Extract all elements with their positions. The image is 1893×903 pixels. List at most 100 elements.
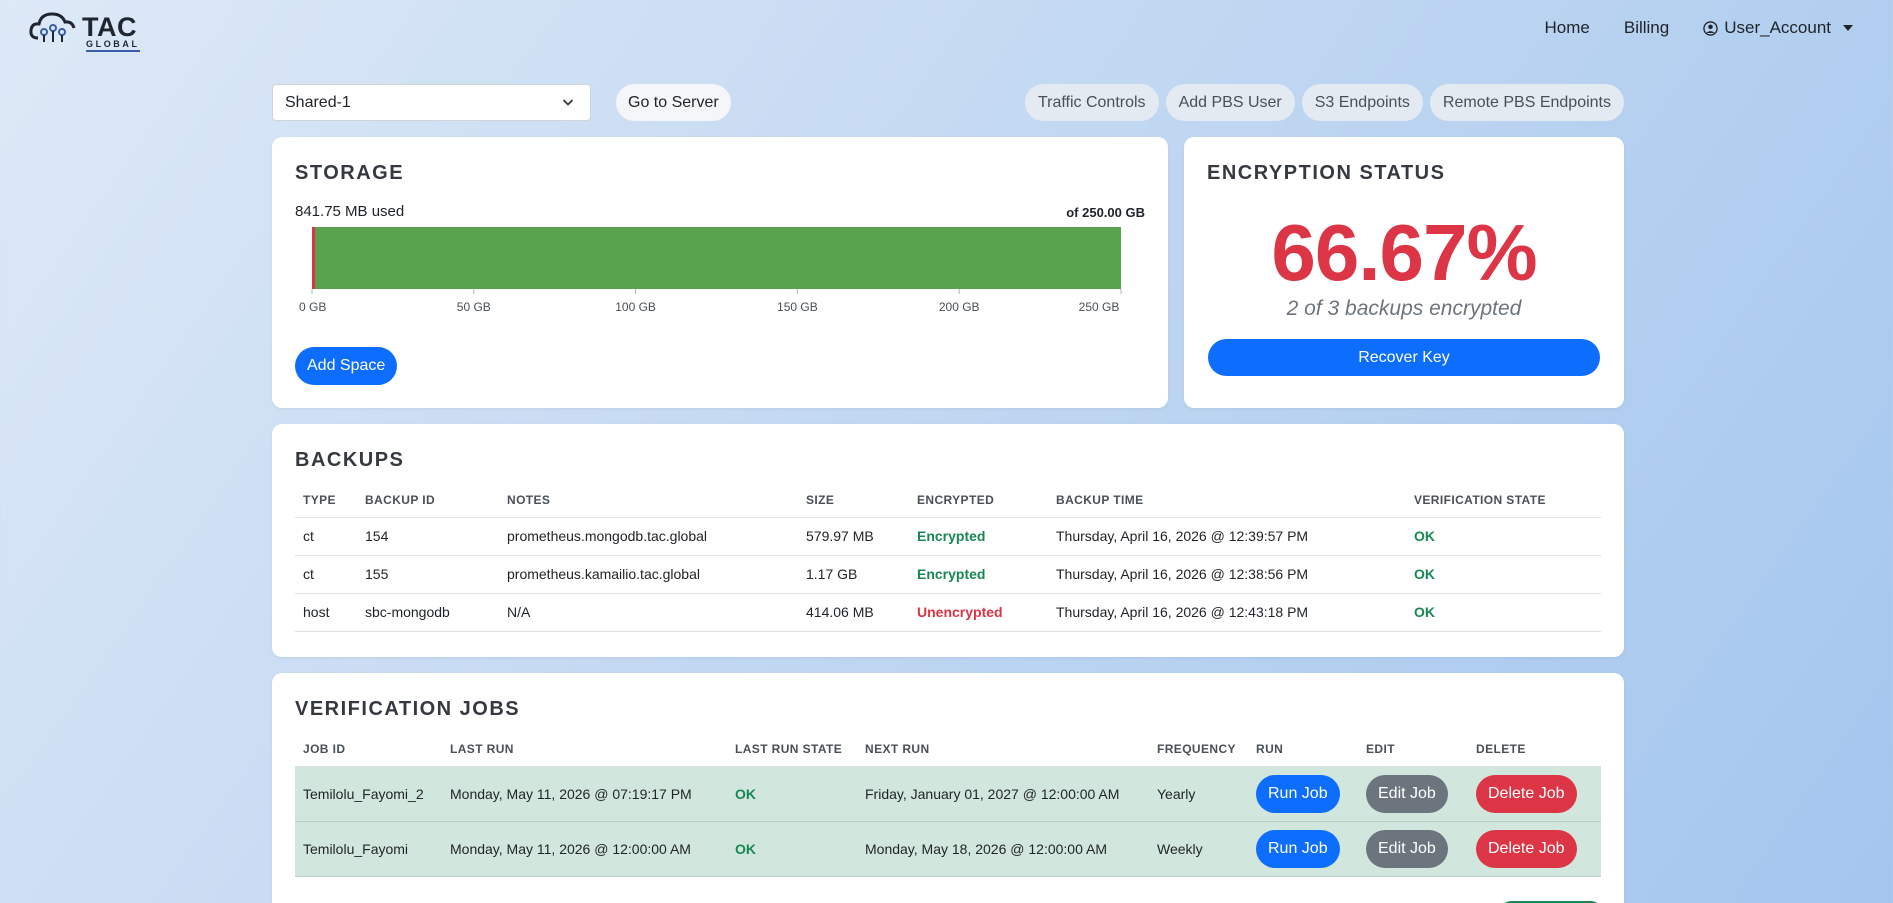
backup-size: 1.17 GB xyxy=(798,555,909,594)
storage-title: STORAGE xyxy=(295,162,405,184)
backup-time: Thursday, April 16, 2026 @ 12:43:18 PM xyxy=(1048,593,1406,632)
job-frequency: Yearly xyxy=(1149,766,1248,822)
delete-cell: Delete Job xyxy=(1468,766,1601,822)
axis-tick-label: 150 GB xyxy=(777,300,818,314)
user-account-dropdown[interactable]: User_Account xyxy=(1703,18,1853,38)
verification-jobs-title: VERIFICATION JOBS xyxy=(295,698,521,720)
table-row[interactable]: ct 155 prometheus.kamailio.tac.global 1.… xyxy=(295,555,1601,594)
column-header: FREQUENCY xyxy=(1149,732,1248,767)
encryption-summary: 2 of 3 backups encrypted xyxy=(1286,297,1522,320)
nav-billing-link[interactable]: Billing xyxy=(1624,18,1669,38)
backup-notes: prometheus.mongodb.tac.global xyxy=(499,517,798,556)
add-space-button[interactable]: Add Space xyxy=(295,347,398,385)
delete-cell: Delete Job xyxy=(1468,821,1601,877)
s3-endpoints-button[interactable]: S3 Endpoints xyxy=(1301,84,1423,121)
go-to-server-button[interactable]: Go to Server xyxy=(616,84,731,121)
logo-subtext: GLOBAL xyxy=(86,39,140,52)
column-header: TYPE xyxy=(295,483,357,518)
column-header: EDIT xyxy=(1358,732,1468,767)
backup-type: host xyxy=(295,593,357,632)
traffic-controls-button[interactable]: Traffic Controls xyxy=(1024,84,1159,121)
backup-type: ct xyxy=(295,555,357,594)
top-navbar: TAC GLOBAL Home Billing User_Account xyxy=(0,0,1893,56)
table-row: Temilolu_Fayomi Monday, May 11, 2026 @ 1… xyxy=(295,821,1601,877)
job-next-run: Friday, January 01, 2027 @ 12:00:00 AM xyxy=(857,766,1149,822)
backup-size: 414.06 MB xyxy=(798,593,909,632)
backup-time: Thursday, April 16, 2026 @ 12:39:57 PM xyxy=(1048,517,1406,556)
table-row[interactable]: ct 154 prometheus.mongodb.tac.global 579… xyxy=(295,517,1601,556)
job-last-run-state: OK xyxy=(727,766,857,822)
backup-id: 155 xyxy=(357,555,499,594)
table-row: Temilolu_Fayomi_2 Monday, May 11, 2026 @… xyxy=(295,766,1601,822)
delete-job-button[interactable]: Delete Job xyxy=(1476,774,1577,813)
edit-cell: Edit Job xyxy=(1358,766,1468,822)
column-header: NOTES xyxy=(499,483,798,518)
backup-time: Thursday, April 16, 2026 @ 12:38:56 PM xyxy=(1048,555,1406,594)
backups-title: BACKUPS xyxy=(295,449,405,471)
job-last-run-state: OK xyxy=(727,821,857,877)
server-select[interactable]: Shared-1 xyxy=(272,84,591,121)
table-header-row: TYPE BACKUP ID NOTES SIZE ENCRYPTED BACK… xyxy=(295,483,1601,518)
cloud-logo-icon xyxy=(29,12,76,42)
delete-job-button[interactable]: Delete Job xyxy=(1476,829,1577,868)
user-account-label: User_Account xyxy=(1724,18,1831,37)
edit-job-button[interactable]: Edit Job xyxy=(1366,829,1448,868)
edit-job-button[interactable]: Edit Job xyxy=(1366,774,1448,813)
column-header: NEXT RUN xyxy=(857,732,1149,767)
axis-tick-label: 250 GB xyxy=(1079,300,1120,314)
edit-cell: Edit Job xyxy=(1358,821,1468,877)
add-pbs-user-button[interactable]: Add PBS User xyxy=(1165,84,1295,121)
verification-state: OK xyxy=(1406,555,1601,594)
backup-notes: prometheus.kamailio.tac.global xyxy=(499,555,798,594)
backups-card: BACKUPS TYPE BACKUP ID NOTES SIZE ENCRYP… xyxy=(272,424,1624,657)
verification-jobs-card: VERIFICATION JOBS JOB ID LAST RUN LAST R… xyxy=(272,673,1624,903)
job-last-run: Monday, May 11, 2026 @ 07:19:17 PM xyxy=(442,766,727,822)
backup-id: 154 xyxy=(357,517,499,556)
axis-tick-label: 100 GB xyxy=(615,300,656,314)
column-header: VERIFICATION STATE xyxy=(1406,483,1601,518)
encryption-status-card: ENCRYPTION STATUS 66.67% 2 of 3 backups … xyxy=(1184,137,1624,408)
column-header: JOB ID xyxy=(295,732,442,767)
backup-notes: N/A xyxy=(499,593,798,632)
verification-state: OK xyxy=(1406,517,1601,556)
column-header: BACKUP TIME xyxy=(1048,483,1406,518)
job-id: Temilolu_Fayomi xyxy=(295,821,442,877)
nav-home-link[interactable]: Home xyxy=(1545,18,1590,38)
remote-pbs-endpoints-button[interactable]: Remote PBS Endpoints xyxy=(1429,84,1624,121)
run-job-button[interactable]: Run Job xyxy=(1256,774,1340,813)
user-circle-icon xyxy=(1703,20,1718,36)
storage-total-label: of 250.00 GB xyxy=(1066,205,1145,220)
job-id: Temilolu_Fayomi_2 xyxy=(295,766,442,822)
job-next-run: Monday, May 18, 2026 @ 12:00:00 AM xyxy=(857,821,1149,877)
column-header: RUN xyxy=(1248,732,1358,767)
storage-free-segment xyxy=(312,227,1121,289)
backups-table: TYPE BACKUP ID NOTES SIZE ENCRYPTED BACK… xyxy=(295,483,1601,632)
backup-type: ct xyxy=(295,517,357,556)
column-header: SIZE xyxy=(798,483,909,518)
run-cell: Run Job xyxy=(1248,821,1358,877)
tac-global-logo[interactable]: TAC GLOBAL xyxy=(28,8,142,52)
recover-key-button[interactable]: Recover Key xyxy=(1208,339,1600,376)
server-actions: Traffic Controls Add PBS User S3 Endpoin… xyxy=(1018,84,1624,121)
table-header-row: JOB ID LAST RUN LAST RUN STATE NEXT RUN … xyxy=(295,732,1601,767)
chevron-down-icon xyxy=(562,99,574,106)
verification-jobs-table: JOB ID LAST RUN LAST RUN STATE NEXT RUN … xyxy=(295,732,1601,877)
backup-id: sbc-mongodb xyxy=(357,593,499,632)
column-header: LAST RUN STATE xyxy=(727,732,857,767)
storage-usage-bar: 0 GB 50 GB 100 GB 150 GB 200 GB 250 GB xyxy=(299,227,1122,314)
column-header: BACKUP ID xyxy=(357,483,499,518)
run-job-button[interactable]: Run Job xyxy=(1256,829,1340,868)
axis-tick-label: 200 GB xyxy=(939,300,980,314)
column-header: ENCRYPTED xyxy=(909,483,1048,518)
backup-encrypted: Encrypted xyxy=(909,555,1048,594)
server-select-value: Shared-1 xyxy=(285,94,351,111)
storage-used-segment xyxy=(312,227,315,289)
storage-card: STORAGE 841.75 MB used of 250.00 GB 0 GB… xyxy=(272,137,1168,408)
job-last-run: Monday, May 11, 2026 @ 12:00:00 AM xyxy=(442,821,727,877)
column-header: LAST RUN xyxy=(442,732,727,767)
axis-tick-label: 50 GB xyxy=(457,300,491,314)
verification-state: OK xyxy=(1406,593,1601,632)
storage-used-label: 841.75 MB used xyxy=(295,203,405,220)
column-header: DELETE xyxy=(1468,732,1601,767)
table-row[interactable]: host sbc-mongodb N/A 414.06 MB Unencrypt… xyxy=(295,593,1601,632)
